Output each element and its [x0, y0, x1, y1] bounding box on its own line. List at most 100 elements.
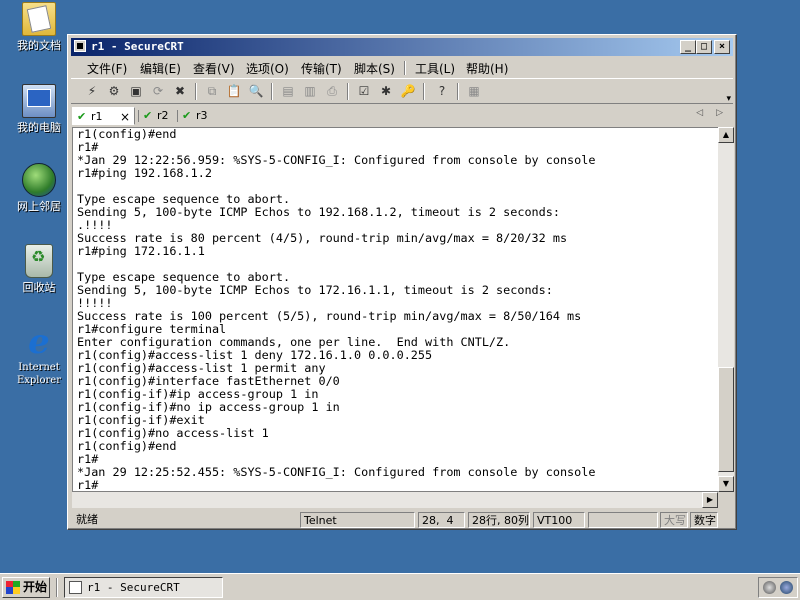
status-caps: 大写	[660, 512, 688, 528]
taskbar-separator	[56, 578, 58, 597]
scroll-right-icon[interactable]: ▶	[702, 492, 718, 508]
desktop-icon-label: 我的文档	[17, 39, 61, 52]
toolbar-separator	[457, 83, 459, 100]
my-documents-icon	[22, 2, 56, 36]
quick-connect-icon[interactable]: ⚙	[105, 83, 123, 99]
horizontal-scrollbar[interactable]: ▶	[72, 492, 718, 508]
tab-scroll-left-icon[interactable]: ◁	[696, 108, 703, 118]
start-label: 开始	[23, 580, 48, 594]
reconnect-icon[interactable]: ⟳	[149, 83, 167, 99]
terminal-line: Sending 5, 100-byte ICMP Echos to 192.16…	[77, 205, 560, 219]
session-tab-bar: ✔ r1 × ✔ r2 ✔ r3 ◁ ▷	[71, 106, 733, 126]
menu-transfer[interactable]: 传输(T)	[301, 60, 342, 77]
tab-r1[interactable]: ✔ r1 ×	[72, 107, 135, 125]
desktop-icon-internet-explorer[interactable]: e Internet Explorer	[10, 322, 68, 387]
tab-scroll-right-icon[interactable]: ▷	[716, 108, 723, 118]
toolbar-separator	[423, 83, 425, 100]
desktop-icon-my-computer[interactable]: 我的电脑	[10, 84, 68, 134]
scroll-up-icon[interactable]: ▲	[718, 127, 734, 143]
status-protocol: Telnet	[300, 512, 415, 528]
tab-label: r3	[196, 109, 208, 122]
print-screen-icon[interactable]: ▤	[279, 83, 297, 99]
status-num: 数字	[690, 512, 718, 528]
recycle-bin-icon	[25, 244, 53, 278]
connected-check-icon: ✔	[77, 110, 87, 123]
menu-tools[interactable]: 工具(L)	[415, 60, 455, 77]
terminal-line: r1#ping 172.16.1.1	[77, 244, 205, 258]
scroll-down-icon[interactable]: ▼	[718, 476, 734, 492]
paste-icon[interactable]: 📋	[225, 83, 243, 99]
menu-options[interactable]: 选项(O)	[246, 60, 289, 77]
app-icon[interactable]	[74, 40, 86, 52]
print-selection-icon[interactable]: ▥	[301, 83, 319, 99]
start-button[interactable]: 开始	[2, 577, 50, 598]
tray-volume-icon[interactable]	[763, 581, 776, 594]
network-places-icon	[22, 163, 56, 197]
maximize-button[interactable]: □	[696, 40, 712, 54]
menu-help[interactable]: 帮助(H)	[466, 60, 508, 77]
status-cursor: 28, 4	[418, 512, 465, 528]
securecrt-app-icon	[69, 581, 82, 594]
connect-icon[interactable]: ⚡	[83, 83, 101, 99]
menu-bar: 文件(F) 编辑(E) 查看(V) 选项(O) 传输(T) 脚本(S) 工具(L…	[71, 58, 733, 77]
keymap-icon[interactable]: 🔑	[399, 83, 417, 99]
help-icon[interactable]: ?	[433, 83, 451, 99]
menu-file[interactable]: 文件(F)	[87, 60, 127, 77]
session-options-icon[interactable]: ☑	[355, 83, 373, 99]
desktop-icon-recycle-bin[interactable]: 回收站	[10, 244, 68, 294]
windows-logo-icon	[6, 581, 20, 594]
menu-script[interactable]: 脚本(S)	[354, 60, 395, 77]
terminal-line: r1(config)#end	[77, 439, 177, 453]
find-icon[interactable]: 🔍	[247, 83, 265, 99]
terminal-line: Sending 5, 100-byte ICMP Echos to 172.16…	[77, 283, 553, 297]
desktop-icon-label: Internet Explorer	[16, 362, 62, 386]
status-size: 28行, 80列	[468, 512, 530, 528]
desktop-icon-label: 我的电脑	[17, 121, 61, 134]
tab-label: r1	[91, 110, 103, 123]
copy-icon[interactable]: ⧉	[203, 83, 221, 99]
tray-network-icon[interactable]	[780, 581, 793, 594]
scroll-thumb[interactable]	[718, 367, 734, 472]
toolbar-separator	[347, 83, 349, 100]
menu-view[interactable]: 查看(V)	[193, 60, 235, 77]
connected-check-icon: ✔	[182, 109, 192, 122]
desktop-icon-network-places[interactable]: 网上邻居	[10, 163, 68, 213]
toolbar: ⚡ ⚙ ▣ ⟳ ✖ ⧉ 📋 🔍 ▤ ▥ ⎙ ☑ ✱ 🔑 ? ▦ ▾	[71, 78, 733, 104]
toolbar-chevron-icon[interactable]: ▾	[726, 94, 731, 104]
terminal-line: r1(config)#end	[77, 127, 177, 141]
title-bar[interactable]: r1 - SecureCRT _ □ ×	[71, 38, 733, 56]
desktop-icon-label: 回收站	[22, 281, 56, 294]
window-title: r1 - SecureCRT	[91, 40, 184, 53]
disconnect-icon[interactable]: ✖	[171, 83, 189, 99]
print-icon[interactable]: ⎙	[323, 83, 341, 99]
close-button[interactable]: ×	[714, 40, 730, 54]
vertical-scrollbar[interactable]: ▲ ▼	[718, 127, 734, 492]
desktop-icon-my-documents[interactable]: 我的文档	[10, 2, 68, 52]
tab-r3[interactable]: ✔ r3	[178, 107, 216, 125]
status-bar: 就绪 Telnet 28, 4 28行, 80列 VT100 大写 数字	[71, 511, 733, 529]
tab-close-icon[interactable]: ×	[120, 108, 130, 126]
terminal-line: *Jan 29 12:25:52.455: %SYS-5-CONFIG_I: C…	[77, 465, 596, 479]
menu-edit[interactable]: 编辑(E)	[140, 60, 181, 77]
my-computer-icon	[22, 84, 56, 118]
tab-r2[interactable]: ✔ r2	[139, 107, 177, 125]
connected-check-icon: ✔	[143, 109, 153, 122]
securecrt-window: r1 - SecureCRT _ □ × 文件(F) 编辑(E) 查看(V) 选…	[67, 34, 737, 530]
global-options-icon[interactable]: ✱	[377, 83, 395, 99]
minimize-button[interactable]: _	[680, 40, 696, 54]
about-icon[interactable]: ▦	[465, 83, 483, 99]
terminal-output[interactable]: r1(config)#end r1# *Jan 29 12:22:56.959: %…	[72, 127, 718, 492]
taskbar-button-label: r1 - SecureCRT	[87, 581, 180, 594]
status-ready: 就绪	[76, 513, 98, 526]
menu-separator	[404, 61, 406, 75]
taskbar-button-securecrt[interactable]: r1 - SecureCRT	[64, 577, 223, 598]
internet-explorer-icon: e	[28, 322, 50, 362]
terminal-line: r1#ping 192.168.1.2	[77, 166, 212, 180]
status-empty	[588, 512, 658, 528]
toolbar-separator	[271, 83, 273, 100]
desktop-icon-label: 网上邻居	[17, 200, 61, 213]
connect-in-tab-icon[interactable]: ▣	[127, 83, 145, 99]
terminal-line: r1#	[77, 478, 99, 492]
toolbar-separator	[195, 83, 197, 100]
terminal-lines: r1(config)#end r1# *Jan 29 12:22:56.959: %…	[77, 127, 596, 492]
